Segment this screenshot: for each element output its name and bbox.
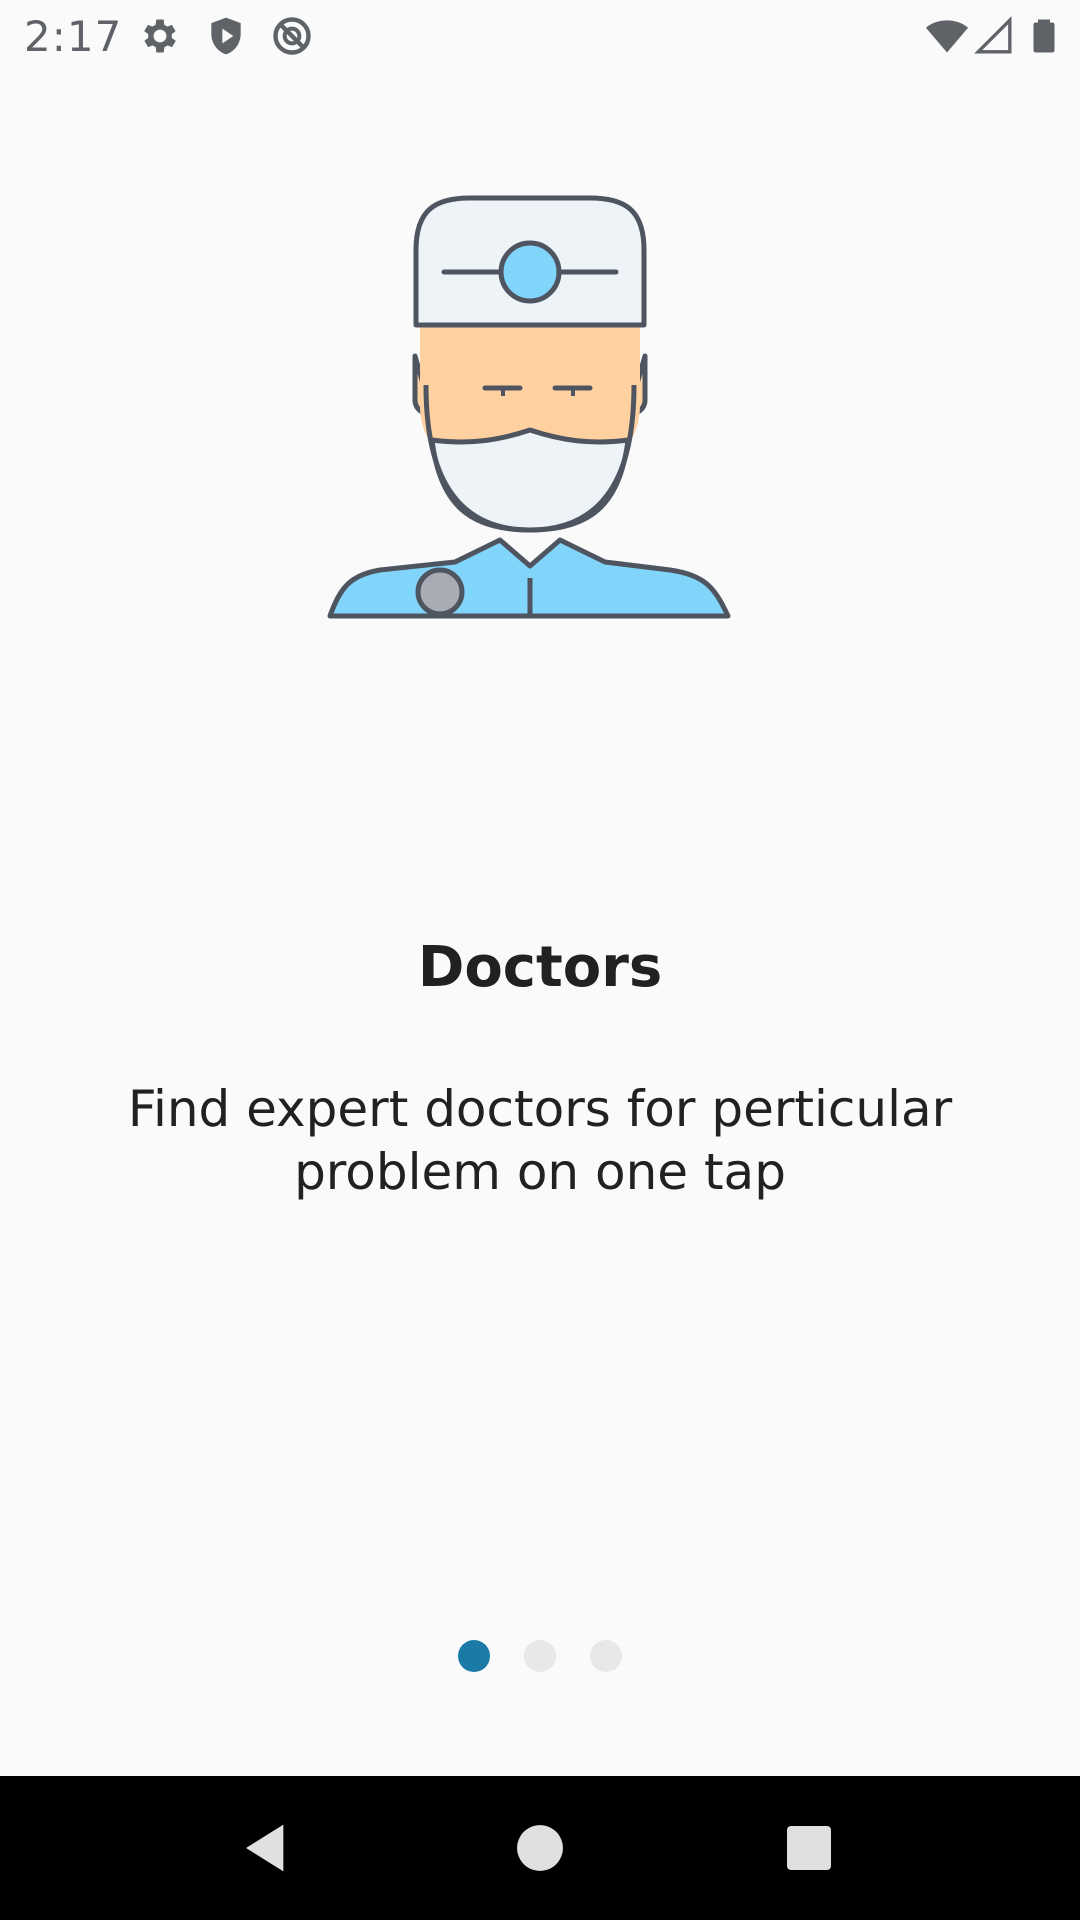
- page-indicator: [0, 1640, 1080, 1672]
- page-dot-1[interactable]: [458, 1640, 490, 1672]
- wifi-icon: [924, 14, 969, 58]
- status-time: 2:17: [24, 12, 123, 61]
- page-dot-3[interactable]: [590, 1640, 622, 1672]
- doctor-icon: [320, 190, 760, 630]
- status-bar: 2:17: [0, 0, 1080, 72]
- page-dot-2[interactable]: [524, 1640, 556, 1672]
- back-icon[interactable]: [217, 1798, 317, 1898]
- onboarding-screen: 2:17 Doctors Find expert doctors for per…: [0, 0, 1080, 1920]
- recents-icon[interactable]: [759, 1798, 859, 1898]
- page-description: Find expert doctors for perticular probl…: [127, 1080, 953, 1201]
- signal-icon: [974, 14, 1018, 58]
- settings-icon: [138, 14, 182, 58]
- do-not-disturb-icon: [270, 14, 314, 58]
- play-protect-icon: [204, 14, 248, 58]
- battery-icon: [1026, 14, 1070, 58]
- home-icon[interactable]: [490, 1798, 590, 1898]
- page-title: Doctors: [417, 935, 663, 1000]
- system-nav-bar: [0, 1776, 1080, 1920]
